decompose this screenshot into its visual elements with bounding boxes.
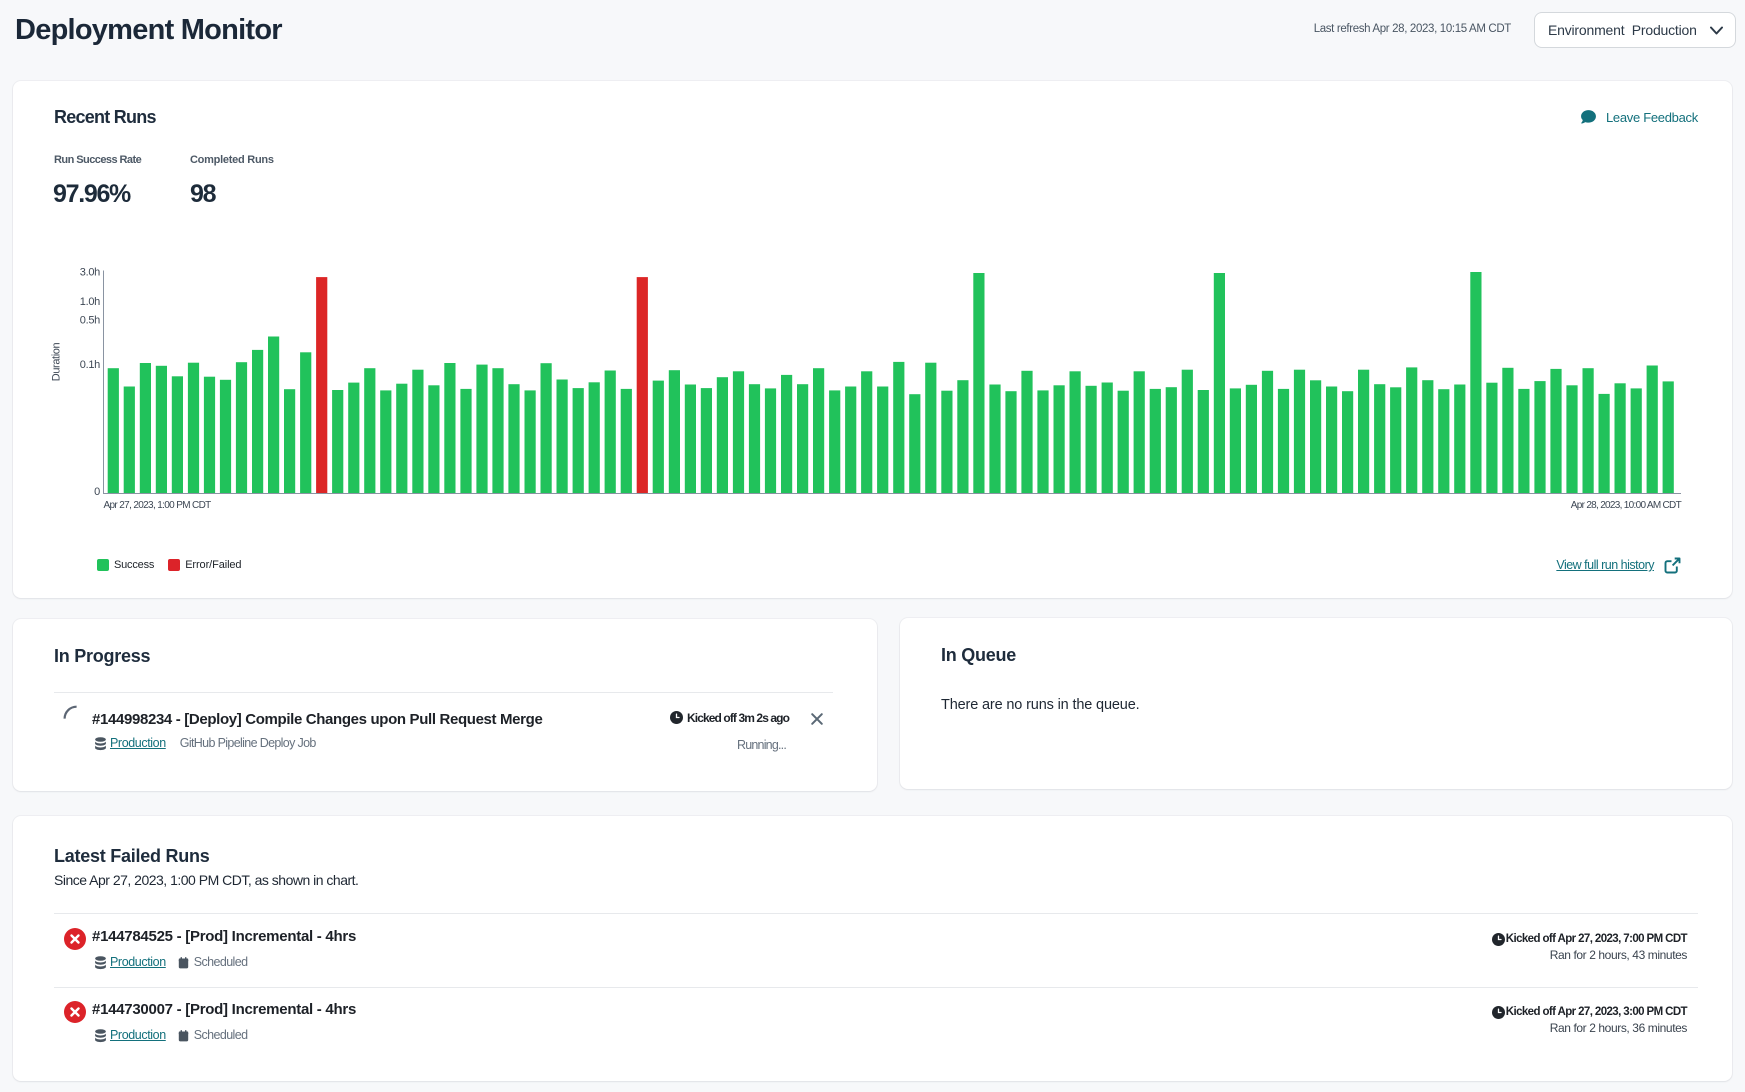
svg-text:Apr 28, 2023, 10:00 AM CDT: Apr 28, 2023, 10:00 AM CDT bbox=[1571, 500, 1682, 511]
svg-text:3.0h: 3.0h bbox=[80, 267, 100, 279]
svg-text:Apr 27, 2023, 1:00 PM CDT: Apr 27, 2023, 1:00 PM CDT bbox=[104, 500, 212, 511]
svg-text:Duration: Duration bbox=[51, 343, 63, 382]
svg-text:0.1h: 0.1h bbox=[80, 359, 100, 371]
svg-text:1.0h: 1.0h bbox=[80, 296, 100, 308]
svg-text:0: 0 bbox=[94, 486, 100, 498]
svg-text:0.5h: 0.5h bbox=[80, 315, 100, 327]
